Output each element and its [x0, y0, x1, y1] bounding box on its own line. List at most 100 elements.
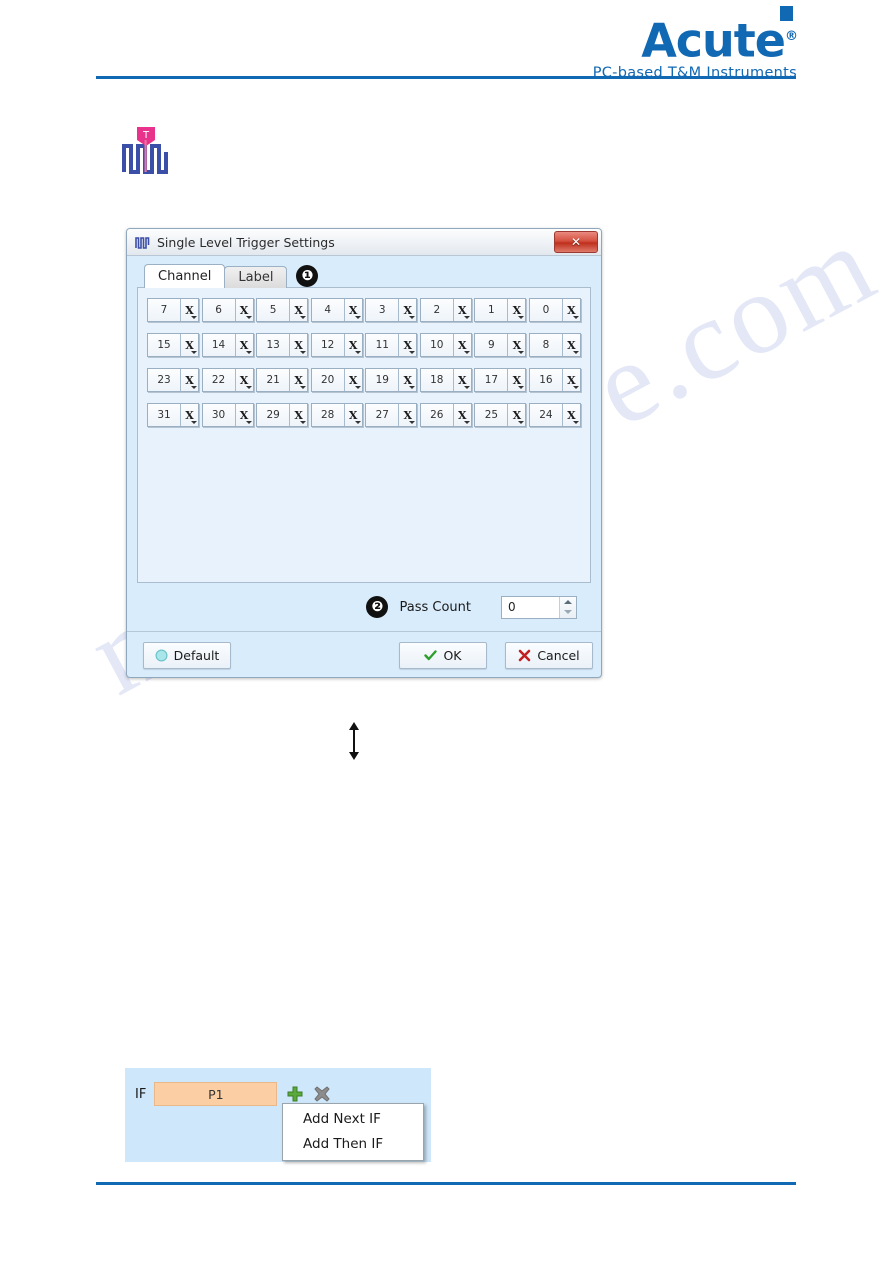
channel-state-dropdown[interactable]: X [289, 299, 307, 321]
channel-cell-24[interactable]: 24 X [528, 403, 581, 427]
footer-rule [96, 1182, 796, 1185]
pass-count-stepper[interactable]: 0 [501, 595, 577, 619]
channel-state-dropdown[interactable]: X [561, 299, 580, 321]
if-label: IF [135, 1086, 147, 1102]
close-button[interactable]: ✕ [554, 231, 598, 253]
default-button[interactable]: Default [143, 641, 231, 669]
channel-state-dropdown[interactable]: X [507, 299, 525, 321]
channel-number: 4 [324, 304, 332, 316]
channel-cell-26[interactable]: 26 X [419, 403, 472, 427]
channel-cell-5[interactable]: 5 X [256, 298, 309, 322]
channel-cell-23[interactable]: 23 X [147, 368, 199, 392]
channel-cell-10[interactable]: 10 X [419, 333, 472, 357]
channel-number: 25 [484, 409, 499, 421]
channel-cell-20[interactable]: 20 X [310, 368, 363, 392]
channel-state-dropdown[interactable]: X [507, 369, 525, 391]
menu-item-add-then-if[interactable]: Add Then IF [283, 1132, 423, 1157]
channel-cell-3[interactable]: 3 X [365, 298, 418, 322]
channel-cell-4[interactable]: 4 X [310, 298, 363, 322]
channel-cell-17[interactable]: 17 X [474, 368, 527, 392]
channel-state-dropdown[interactable]: X [398, 404, 416, 426]
channel-cell-27[interactable]: 27 X [365, 403, 418, 427]
channel-number: 0 [542, 304, 550, 316]
pass-count-row: ❷ Pass Count 0 [137, 583, 591, 631]
cancel-button[interactable]: Cancel [505, 641, 593, 669]
channel-state-dropdown[interactable]: X [289, 334, 307, 356]
channel-cell-16[interactable]: 16 X [528, 368, 581, 392]
add-icon[interactable] [286, 1085, 304, 1103]
channel-state-dropdown[interactable]: X [452, 404, 471, 426]
stepper-up-icon[interactable] [560, 597, 576, 608]
channel-cell-30[interactable]: 30 X [201, 403, 254, 427]
channel-cell-19[interactable]: 19 X [365, 368, 418, 392]
channel-state-dropdown[interactable]: X [452, 334, 471, 356]
channel-number: 8 [542, 339, 550, 351]
channel-state-dropdown[interactable]: X [561, 334, 580, 356]
channel-state-dropdown[interactable]: X [289, 369, 307, 391]
channel-number: 14 [211, 339, 226, 351]
channel-cell-1[interactable]: 1 X [474, 298, 527, 322]
registered-mark: ® [785, 29, 798, 44]
channel-state-dropdown[interactable]: X [507, 404, 525, 426]
channel-cell-7[interactable]: 7 X [147, 298, 199, 322]
channel-state-dropdown[interactable]: X [180, 334, 198, 356]
channel-cell-12[interactable]: 12 X [310, 333, 363, 357]
channel-state-dropdown[interactable]: X [289, 404, 307, 426]
channel-number: 20 [321, 374, 335, 386]
channel-state-dropdown[interactable]: X [180, 369, 198, 391]
delete-icon[interactable] [313, 1085, 331, 1103]
pass-count-value[interactable]: 0 [502, 597, 559, 618]
channel-number: 13 [266, 339, 280, 351]
channel-cell-15[interactable]: 15 X [147, 333, 199, 357]
channel-state-dropdown[interactable]: X [234, 299, 253, 321]
tab-channel[interactable]: Channel [144, 264, 226, 288]
channel-number: 2 [433, 304, 441, 316]
channel-cell-21[interactable]: 21 X [256, 368, 309, 392]
channel-state-dropdown[interactable]: X [180, 299, 198, 321]
channel-state-dropdown[interactable]: X [234, 404, 253, 426]
channel-state-dropdown[interactable]: X [343, 334, 362, 356]
channel-state-dropdown[interactable]: X [561, 404, 580, 426]
channel-number: 15 [157, 339, 171, 351]
channel-cell-25[interactable]: 25 X [474, 403, 527, 427]
channel-state-dropdown[interactable]: X [398, 299, 416, 321]
channel-number: 27 [375, 409, 389, 421]
channel-cell-8[interactable]: 8 X [528, 333, 581, 357]
pattern-p1-box[interactable]: P1 [154, 1082, 278, 1106]
close-x-icon [519, 649, 531, 661]
channel-state-dropdown[interactable]: X [398, 334, 416, 356]
channel-state-dropdown[interactable]: X [343, 369, 362, 391]
menu-item-add-next-if[interactable]: Add Next IF [283, 1107, 423, 1132]
channel-number: 11 [375, 339, 389, 351]
channel-cell-6[interactable]: 6 X [201, 298, 254, 322]
channel-cell-28[interactable]: 28 X [310, 403, 363, 427]
channel-cell-11[interactable]: 11 X [365, 333, 418, 357]
tab-label[interactable]: Label [224, 266, 288, 288]
channel-cell-18[interactable]: 18 X [419, 368, 472, 392]
channel-number: 31 [157, 409, 171, 421]
channel-cell-29[interactable]: 29 X [256, 403, 309, 427]
channel-cell-2[interactable]: 2 X [419, 298, 472, 322]
channel-state-dropdown[interactable]: X [452, 369, 471, 391]
channel-state-dropdown[interactable]: X [234, 334, 253, 356]
channel-state-dropdown[interactable]: X [507, 334, 525, 356]
channel-cell-31[interactable]: 31 X [147, 403, 199, 427]
channel-state-dropdown[interactable]: X [343, 299, 362, 321]
header-rule [96, 76, 796, 79]
channel-cell-13[interactable]: 13 X [256, 333, 309, 357]
channel-cell-9[interactable]: 9 X [474, 333, 527, 357]
channel-state-dropdown[interactable]: X [234, 369, 253, 391]
channel-cell-14[interactable]: 14 X [201, 333, 254, 357]
default-circle-icon [155, 648, 168, 662]
channel-state-dropdown[interactable]: X [561, 369, 580, 391]
channel-cell-22[interactable]: 22 X [201, 368, 254, 392]
channel-state-dropdown[interactable]: X [452, 299, 471, 321]
stepper-down-icon[interactable] [560, 607, 576, 618]
dialog-title: Single Level Trigger Settings [157, 234, 335, 250]
channel-state-dropdown[interactable]: X [398, 369, 416, 391]
default-button-label: Default [173, 647, 220, 663]
channel-state-dropdown[interactable]: X [343, 404, 362, 426]
ok-button[interactable]: OK [399, 641, 487, 669]
channel-state-dropdown[interactable]: X [180, 404, 198, 426]
channel-cell-0[interactable]: 0 X [528, 298, 581, 322]
